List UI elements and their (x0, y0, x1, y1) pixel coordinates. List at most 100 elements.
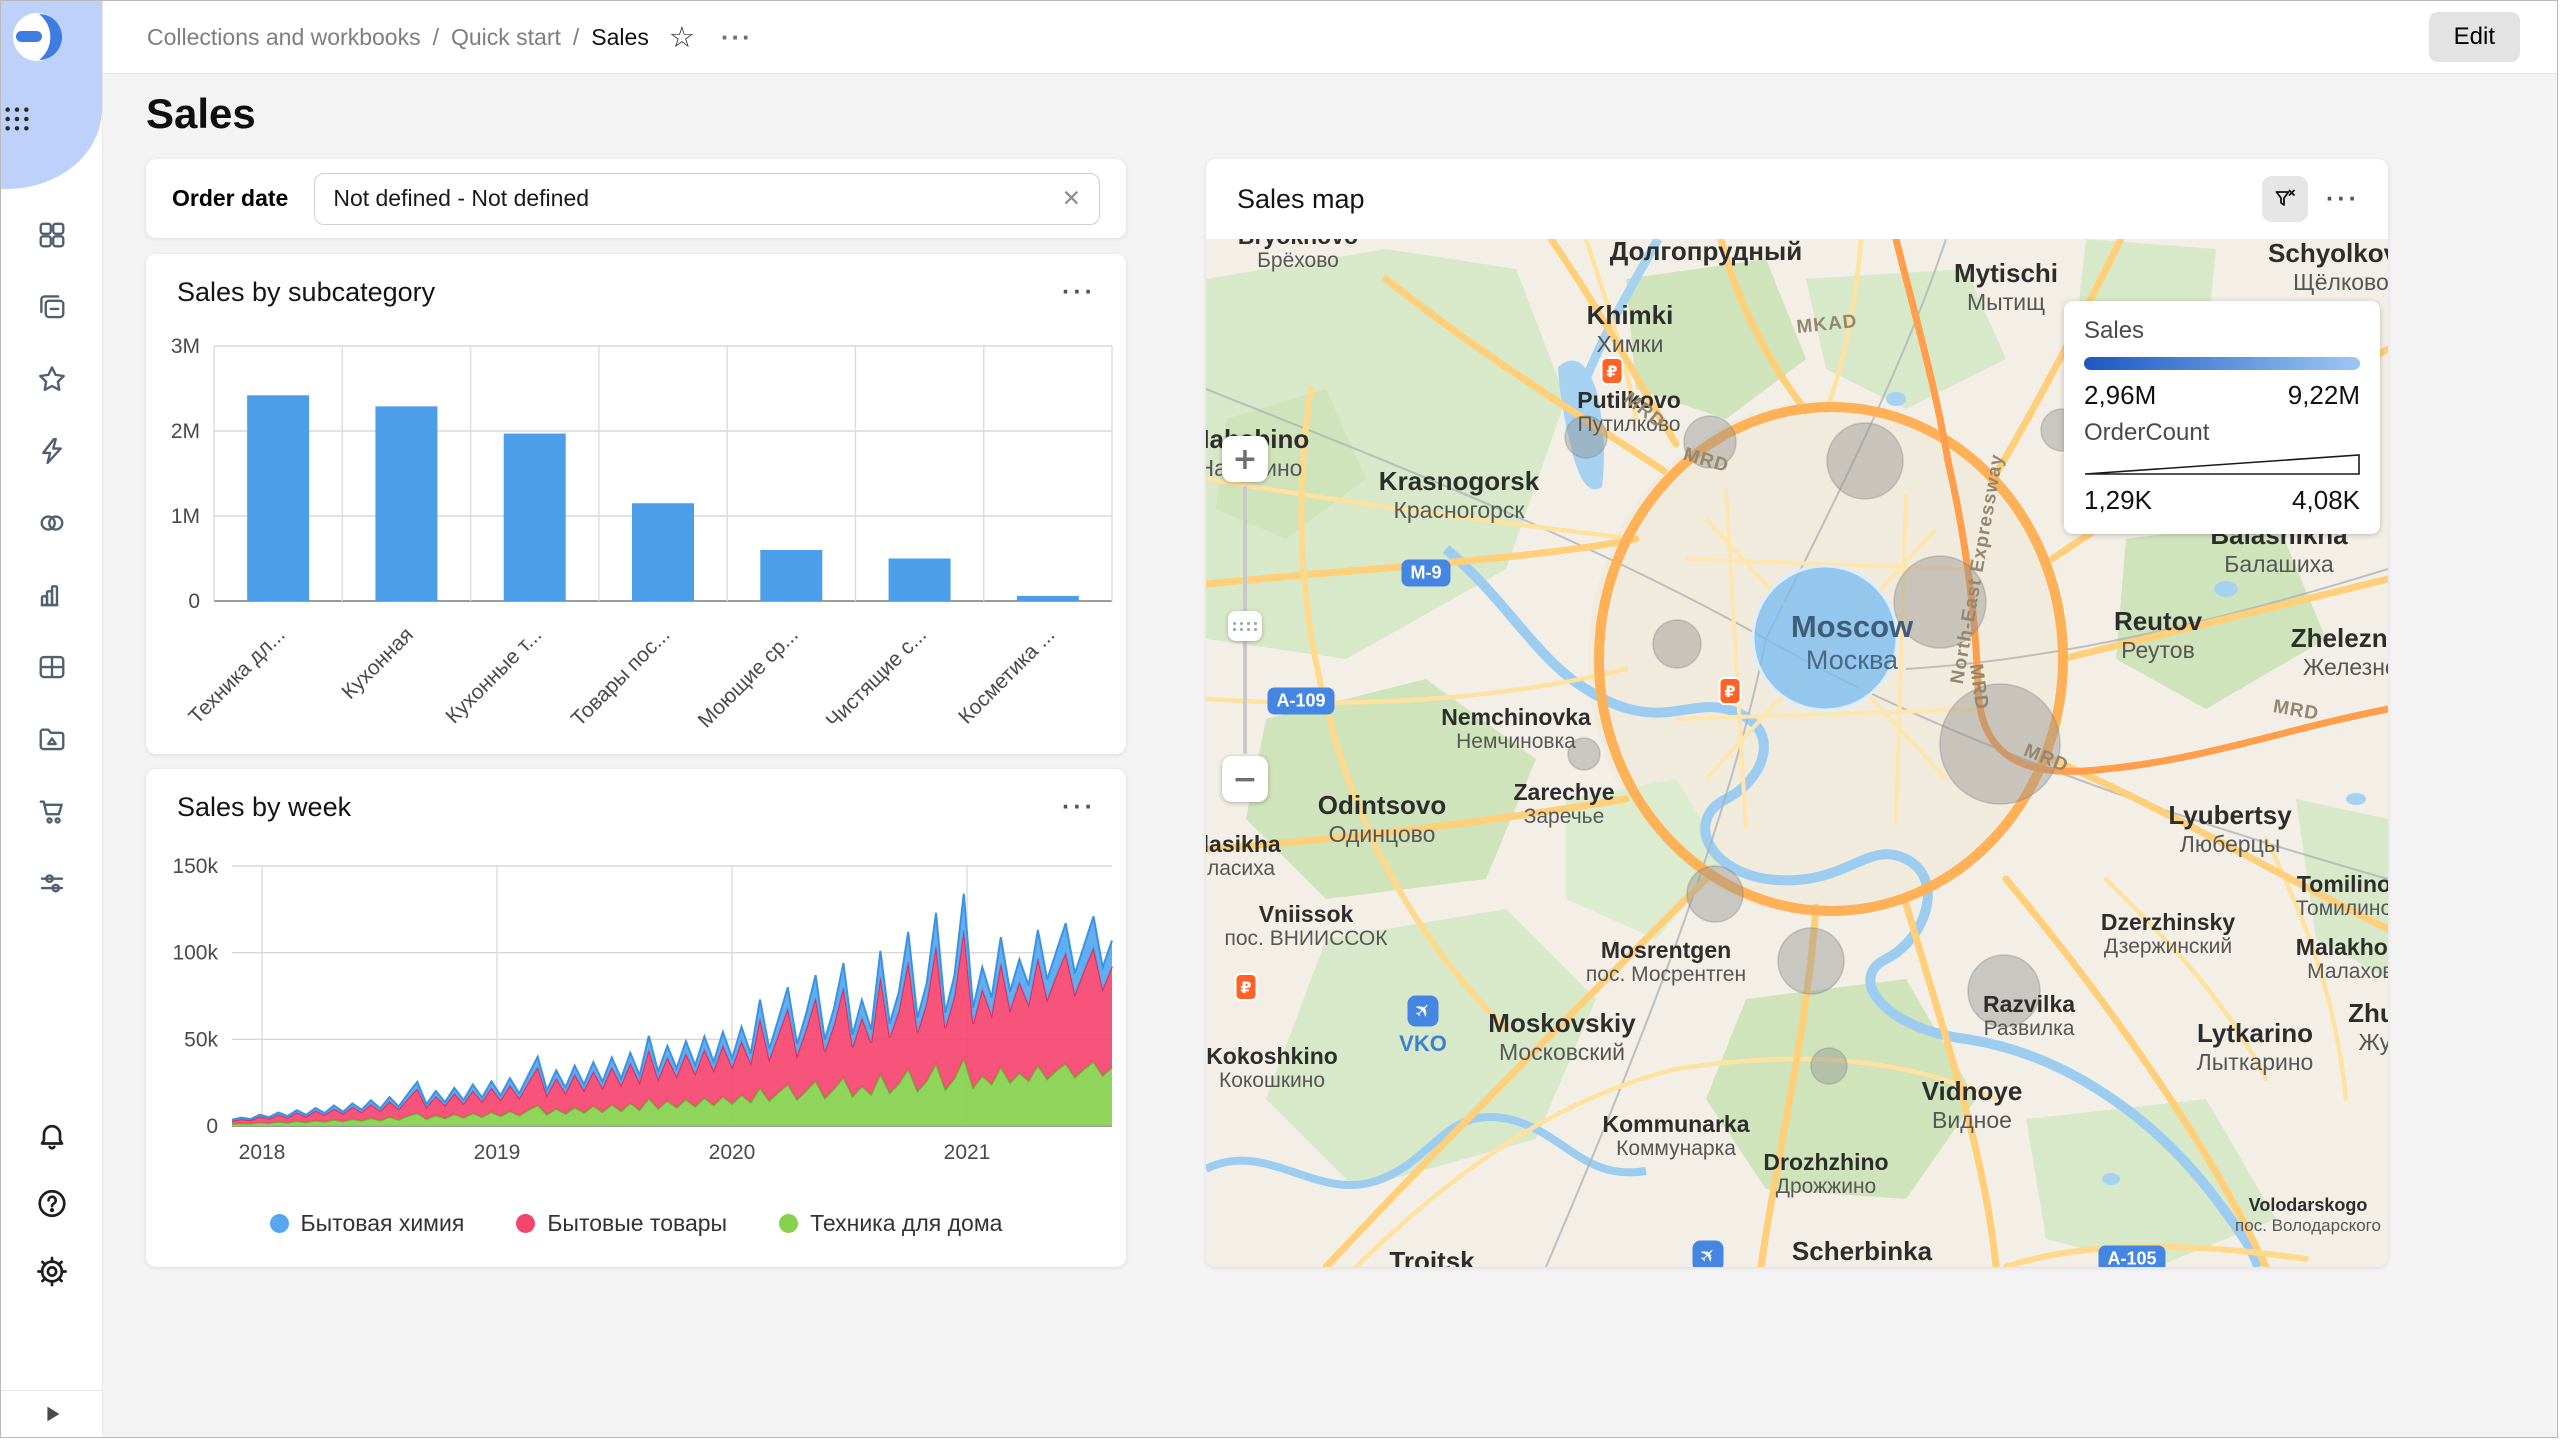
bar[interactable] (504, 434, 566, 601)
x-category-label: Техника дл... (184, 623, 289, 728)
breadcrumb-more-icon[interactable]: ··· (721, 22, 753, 53)
x-category-label: Косметика ... (954, 623, 1059, 728)
sidebar (1, 1, 103, 1437)
legend-ordercount-label: OrderCount (2084, 419, 2360, 447)
marketplace-cart-icon[interactable] (36, 795, 68, 827)
order-date-input[interactable]: Not defined - Not defined ✕ (314, 173, 1100, 225)
x-category-label: Чистящие с... (822, 623, 931, 732)
chart-legend: Бытовая химия Бытовые товары Техника для д… (146, 1210, 1126, 1237)
breadcrumb: Collections and workbooks / Quick start … (147, 20, 753, 55)
legend-dot (270, 1214, 289, 1233)
zoom-in-button[interactable]: + (1222, 436, 1268, 482)
y-tick: 150k (172, 855, 218, 878)
breadcrumb-current: Sales (591, 24, 649, 51)
legend-item[interactable]: Бытовая химия (270, 1210, 465, 1237)
bar[interactable] (632, 503, 694, 601)
breadcrumb-collections[interactable]: Collections and workbooks (147, 24, 421, 51)
x-category-label: Моющие ср... (694, 623, 803, 732)
bar[interactable] (889, 559, 951, 602)
funnel-x-icon (2273, 187, 2297, 211)
x-category-label: Товары пос... (567, 623, 675, 731)
map-title: Sales map (1237, 184, 1365, 215)
order-date-filter-card: Order date Not defined - Not defined ✕ (146, 159, 1126, 238)
x-category-label: Кухонная (337, 623, 418, 704)
sales-map-card: Sales map ··· (1206, 159, 2388, 1267)
legend-dot (516, 1214, 535, 1233)
datalens-logo[interactable] (12, 12, 62, 62)
y-tick: 0 (188, 590, 200, 613)
x-tick: 2018 (239, 1141, 286, 1164)
settings-gear-icon[interactable] (36, 1255, 68, 1287)
bar-chart: 3M 2M 1M 0 Техника дл... Кухонная Кухонные т..… (146, 254, 1126, 754)
quick-start-bolt-icon[interactable] (36, 435, 68, 467)
bar[interactable] (760, 550, 822, 601)
collections-icon[interactable] (36, 219, 68, 251)
zoom-slider-handle[interactable] (1228, 611, 1262, 641)
sales-by-week-card: 150k 100k 50k 0 2018 2019 2020 2021 Sales by we… (146, 769, 1126, 1267)
map-filter-funnel-button[interactable] (2262, 176, 2308, 222)
y-tick: 2M (171, 420, 200, 443)
help-icon[interactable] (36, 1187, 68, 1219)
y-tick: 50k (184, 1028, 218, 1051)
play-icon (41, 1403, 63, 1425)
legend-label: Техника для дома (810, 1210, 1002, 1237)
datasets-folder-icon[interactable] (36, 723, 68, 755)
breadcrumb-separator: / (433, 24, 439, 51)
chart-title: Sales by week (177, 792, 351, 823)
notifications-bell-icon[interactable] (36, 1119, 68, 1151)
legend-label: Бытовые товары (547, 1210, 727, 1237)
y-tick: 3M (171, 335, 200, 358)
sidebar-nav (1, 219, 102, 899)
workbooks-icon[interactable] (36, 291, 68, 323)
clear-filter-icon[interactable]: ✕ (1050, 185, 1081, 212)
services-sliders-icon[interactable] (36, 867, 68, 899)
apps-grid-icon[interactable] (1, 103, 33, 135)
x-tick: 2019 (474, 1141, 521, 1164)
y-tick: 100k (172, 942, 218, 965)
ordercount-wedge (2084, 453, 2360, 477)
favorite-star-icon[interactable]: ☆ (669, 20, 695, 55)
bar[interactable] (247, 395, 309, 601)
y-tick: 0 (206, 1115, 218, 1138)
connections-icon[interactable] (36, 507, 68, 539)
map-viewport[interactable]: BryokhovoБрёховоДолгопрудныйMytischiМыти… (1206, 239, 2388, 1267)
x-tick: 2021 (944, 1141, 991, 1164)
zoom-out-button[interactable]: − (1222, 756, 1268, 802)
sidebar-logo-area (1, 1, 102, 189)
legend-item[interactable]: Бытовые товары (516, 1210, 727, 1237)
x-tick: 2020 (709, 1141, 756, 1164)
area-chart: 150k 100k 50k 0 2018 2019 2020 2021 (146, 769, 1126, 1267)
filter-label: Order date (172, 185, 288, 212)
legend-dot (779, 1214, 798, 1233)
sidebar-expand[interactable] (1, 1390, 102, 1437)
ordercount-max: 4,08K (2292, 485, 2360, 516)
breadcrumb-quick-start[interactable]: Quick start (451, 24, 561, 51)
map-legend: Sales 2,96M 9,22M OrderCount 1,29K 4,08 (2064, 301, 2380, 534)
sidebar-bottom (1, 1119, 102, 1287)
chart-menu-icon[interactable]: ··· (1062, 795, 1096, 820)
chart-menu-icon[interactable]: ··· (1062, 280, 1096, 305)
map-menu-icon[interactable]: ··· (2326, 187, 2360, 212)
bar[interactable] (1017, 596, 1079, 601)
top-bar: Collections and workbooks / Quick start … (103, 1, 2557, 74)
breadcrumb-separator: / (573, 24, 579, 51)
sales-min: 2,96M (2084, 380, 2156, 411)
edit-button[interactable]: Edit (2429, 12, 2520, 62)
sales-by-subcategory-card: 3M 2M 1M 0 Техника дл... Кухонная Кухонные т..… (146, 254, 1126, 754)
legend-sales-label: Sales (2084, 317, 2360, 345)
charts-icon[interactable] (36, 579, 68, 611)
legend-label: Бытовая химия (301, 1210, 465, 1237)
page-title: Sales (146, 90, 256, 138)
y-tick: 1M (171, 505, 200, 528)
bar[interactable] (375, 406, 437, 601)
app-window: Collections and workbooks / Quick start … (0, 0, 2558, 1438)
favorites-star-icon[interactable] (36, 363, 68, 395)
legend-item[interactable]: Техника для дома (779, 1210, 1002, 1237)
ordercount-min: 1,29K (2084, 485, 2152, 516)
x-category-label: Кухонные т... (441, 623, 546, 728)
sales-gradient-bar (2084, 357, 2360, 370)
sales-max: 9,22M (2288, 380, 2360, 411)
dashboards-table-icon[interactable] (36, 651, 68, 683)
dashboard-content: Sales Order date Not defined - Not defin… (103, 74, 2557, 1437)
order-date-value: Not defined - Not defined (333, 185, 1049, 212)
